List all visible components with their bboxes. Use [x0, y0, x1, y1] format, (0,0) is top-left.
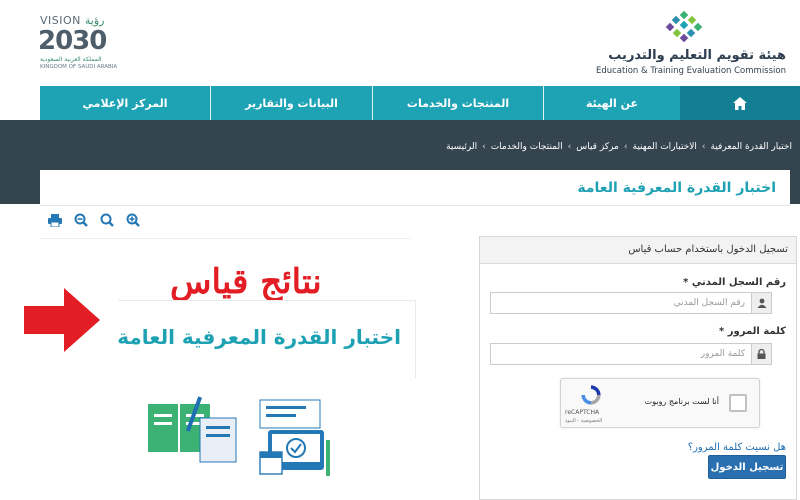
promo-banner: نتائج قياس اختبار القدرة المعرفية العامة	[0, 240, 420, 500]
password-input[interactable]	[491, 344, 751, 364]
page-title-box: اختبار القدرة المعرفية العامة	[40, 170, 790, 206]
zoom-out-icon	[74, 213, 88, 227]
forgot-password-link[interactable]: هل نسيت كلمة المرور؟	[688, 442, 786, 453]
lock-icon	[751, 344, 771, 364]
breadcrumb-separator: ›	[567, 142, 572, 152]
login-panel-header: تسجيل الدخول باستخدام حساب قياس	[480, 237, 796, 264]
national-id-input[interactable]	[491, 293, 751, 313]
org-logo-icon	[665, 10, 703, 43]
page-title: اختبار القدرة المعرفية العامة	[577, 180, 776, 196]
breadcrumb-separator: ›	[623, 142, 628, 152]
zoom-reset-button[interactable]	[96, 209, 118, 231]
red-arrow-icon	[24, 288, 100, 352]
login-panel-title: تسجيل الدخول باستخدام حساب قياس	[628, 244, 788, 255]
site-header: VISION رؤية 2030 المملكة العربية السعودي…	[0, 0, 800, 86]
nav-item-products-services[interactable]: المنتجات والخدمات	[372, 86, 543, 120]
breadcrumb-products[interactable]: المنتجات والخدمات	[491, 142, 563, 152]
main-nav: عن الهيئة المنتجات والخدمات البيانات وال…	[40, 86, 800, 120]
recaptcha-brand: reCAPTCHA	[565, 409, 600, 416]
home-icon	[733, 96, 747, 110]
nav-home-button[interactable]	[680, 86, 800, 120]
recaptcha-widget: أنا لست برنامج روبوت reCAPTCHA الخصوصية …	[560, 378, 760, 428]
breadcrumb: الرئيسية › المنتجات والخدمات › مركز قياس…	[446, 142, 792, 152]
vision-2030-logo[interactable]: VISION رؤية 2030 المملكة العربية السعودي…	[38, 14, 117, 74]
org-title: هيئة تقويم التعليم والتدريب	[608, 48, 786, 63]
nav-item-data-reports[interactable]: البيانات والتقارير	[210, 86, 372, 120]
promo-subheading: اختبار القدرة المعرفية العامة	[117, 325, 401, 349]
vision-year: 2030	[38, 26, 107, 56]
exam-illustration-icon	[140, 390, 340, 500]
zoom-reset-icon	[100, 213, 114, 227]
page-toolbar	[40, 207, 150, 233]
password-field	[490, 343, 772, 365]
breadcrumb-professional-tests[interactable]: الاختبارات المهنية	[633, 142, 697, 152]
promo-subheading-box: اختبار القدرة المعرفية العامة	[117, 300, 416, 378]
recaptcha-terms[interactable]: الخصوصية - البنود	[565, 418, 602, 424]
org-subtitle: Education & Training Evaluation Commissi…	[595, 66, 786, 76]
org-brand[interactable]: هيئة تقويم التعليم والتدريب Education & …	[576, 10, 786, 76]
zoom-in-icon	[126, 213, 140, 227]
print-button[interactable]	[44, 209, 66, 231]
national-id-label: رقم السجل المدني *	[683, 277, 786, 288]
vision-country-en: KINGDOM OF SAUDI ARABIA	[40, 64, 118, 70]
breadcrumb-home[interactable]: الرئيسية	[446, 142, 477, 152]
password-label: كلمة المرور *	[719, 326, 786, 337]
recaptcha-label: أنا لست برنامج روبوت	[644, 397, 719, 406]
zoom-out-button[interactable]	[70, 209, 92, 231]
toolbar-divider	[40, 238, 410, 239]
login-submit-button[interactable]: تسجيل الدخول	[708, 455, 786, 479]
zoom-in-button[interactable]	[122, 209, 144, 231]
breadcrumb-qiyas[interactable]: مركز قياس	[576, 142, 619, 152]
nav-item-about[interactable]: عن الهيئة	[543, 86, 680, 120]
breadcrumb-current: اختبار القدرة المعرفية	[710, 142, 792, 152]
nav-item-media-center[interactable]: المركز الإعلامي	[40, 86, 210, 120]
user-icon	[751, 293, 771, 313]
promo-heading: نتائج قياس	[170, 262, 322, 302]
vision-country-ar: المملكة العربية السعودية	[40, 56, 102, 63]
print-icon	[48, 213, 62, 227]
recaptcha-logo-icon	[581, 385, 601, 405]
national-id-field	[490, 292, 772, 314]
recaptcha-checkbox[interactable]	[729, 394, 747, 412]
breadcrumb-separator: ›	[482, 142, 486, 152]
login-panel: تسجيل الدخول باستخدام حساب قياس رقم السج…	[479, 236, 797, 500]
breadcrumb-separator: ›	[701, 142, 706, 152]
